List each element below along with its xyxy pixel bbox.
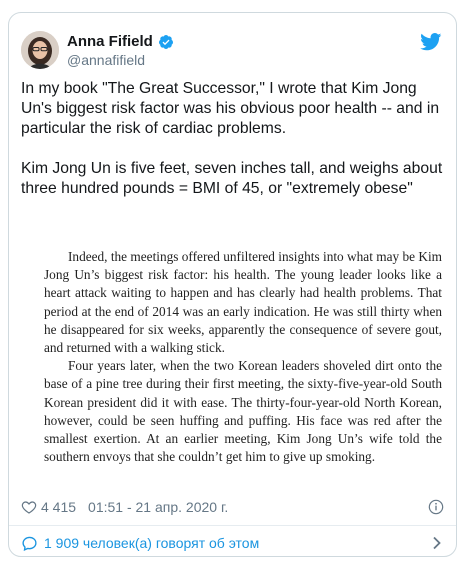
tweet-paragraph: Kim Jong Un is five feet, seven inches t… [21,160,443,197]
divider [9,525,456,526]
tweet-card[interactable]: Anna Fifield @annafifield In my book "Th… [8,12,457,557]
chevron-right-icon[interactable] [432,536,442,550]
tweet-paragraph: In my book "The Great Successor," I wrot… [21,80,440,137]
heart-icon[interactable] [21,499,37,515]
tweet-timestamp[interactable]: 01:51 - 21 апр. 2020 г. [88,499,228,515]
book-paragraph: Four years later, when the two Korean le… [44,358,442,465]
book-excerpt-image[interactable]: Indeed, the meetings offered unfiltered … [9,241,456,494]
tweet-text: In my book "The Great Successor," I wrot… [21,79,445,199]
discussion-count-label[interactable]: 1 909 человек(а) говорят об этом [44,535,259,551]
tweet-meta: 4 415 01:51 - 21 апр. 2020 г. [21,497,444,517]
speech-bubble-icon [22,536,37,551]
book-paragraph: Indeed, the meetings offered unfiltered … [44,249,442,356]
author-handle[interactable]: @annafifield [67,52,145,68]
like-count[interactable]: 4 415 [41,499,76,515]
discussion-link[interactable]: 1 909 человек(а) говорят об этом [21,531,444,555]
info-icon[interactable] [428,499,444,515]
image-fade [9,482,456,494]
book-excerpt-text: Indeed, the meetings offered unfiltered … [44,248,442,466]
twitter-bird-icon[interactable] [420,33,442,51]
avatar[interactable] [21,31,59,69]
author-name-row[interactable]: Anna Fifield [67,33,174,50]
tweet-header: Anna Fifield @annafifield [21,31,442,71]
author-name[interactable]: Anna Fifield [67,33,153,50]
verified-badge-icon [158,34,173,49]
